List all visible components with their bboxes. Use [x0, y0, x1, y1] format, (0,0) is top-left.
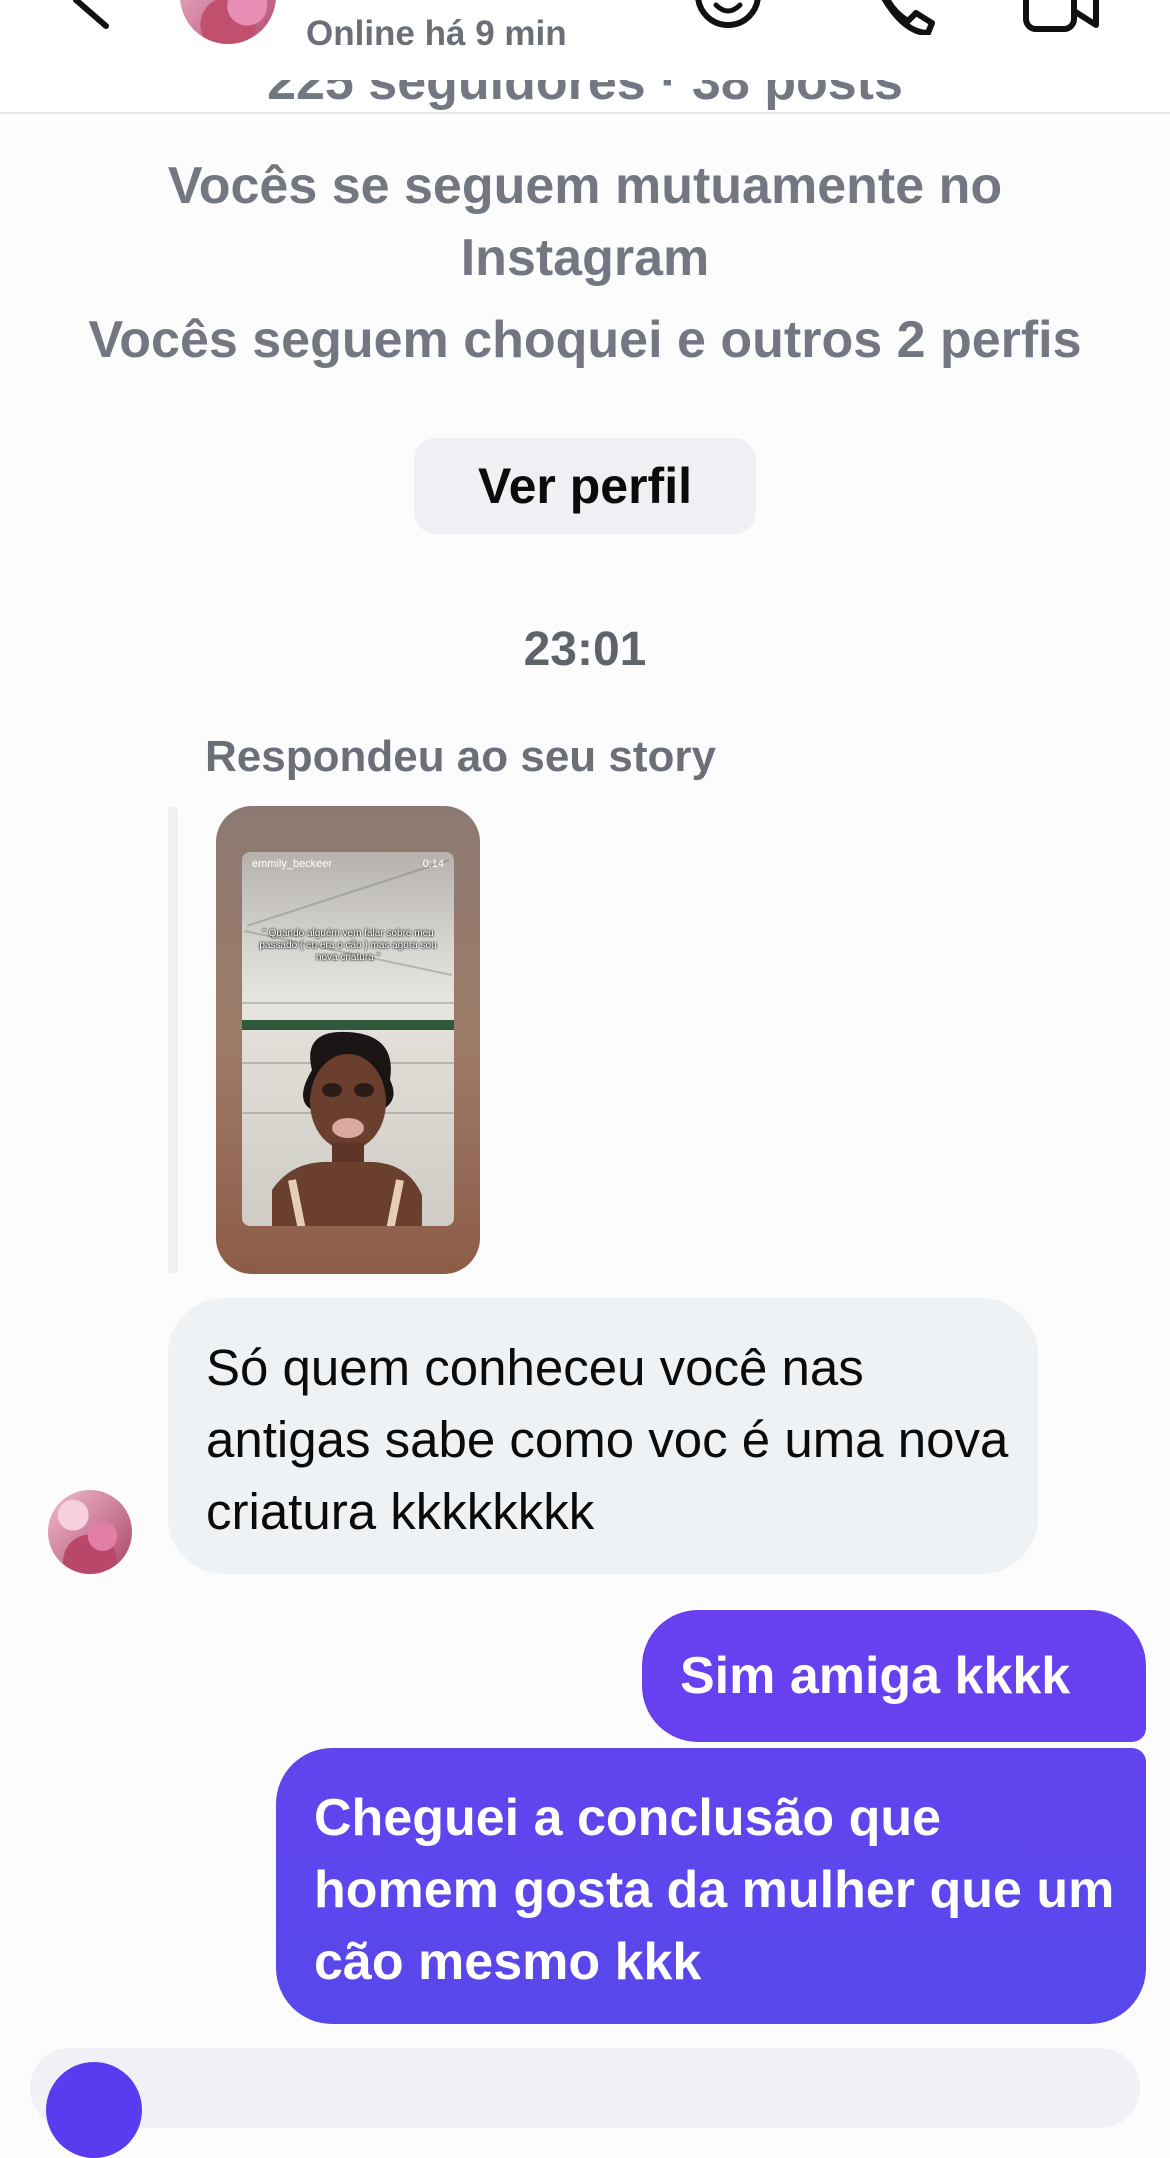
online-status: Online há 9 min [306, 14, 567, 53]
reply-indicator-bar [168, 806, 178, 1274]
incoming-message[interactable]: Só quem conheceu você nas antigas sabe c… [168, 1298, 1038, 1574]
person-photo [272, 1031, 422, 1226]
outgoing-message[interactable]: Cheguei a conclusão que homem gosta da m… [276, 1748, 1146, 2024]
story-caption: " Quando alguém vem falar sobre meu pass… [259, 928, 437, 963]
story-username: emmily_beckeer [252, 858, 333, 870]
view-profile-button[interactable]: Ver perfil [414, 438, 756, 534]
video-call-icon[interactable] [1022, 0, 1100, 35]
stickers-icon[interactable] [690, 0, 768, 35]
story-preview[interactable]: emmily_beckeer 0:14 " Quando alguém vem … [216, 806, 480, 1274]
phone-icon[interactable] [858, 0, 936, 35]
common-follows-text: Vocês seguem choquei e outros 2 perfis [88, 311, 1082, 369]
message-composer[interactable] [30, 2048, 1140, 2128]
outgoing-message[interactable]: Sim amiga kkkk [642, 1610, 1146, 1742]
profile-stats: 225 seguidores · 38 posts [267, 80, 903, 111]
message-timestamp: 23:01 [523, 623, 647, 676]
camera-button[interactable] [46, 2062, 142, 2158]
back-arrow-icon[interactable] [62, 0, 122, 30]
sender-avatar[interactable] [48, 1490, 132, 1574]
story-reply-label: Respondeu ao seu story [205, 732, 717, 781]
story-duration: 0:14 [422, 858, 444, 870]
story-image: emmily_beckeer 0:14 " Quando alguém vem … [242, 852, 454, 1226]
contact-avatar[interactable] [180, 0, 276, 44]
mutual-follow-text: Vocês se seguem mutuamente no Instagram [167, 157, 1003, 287]
